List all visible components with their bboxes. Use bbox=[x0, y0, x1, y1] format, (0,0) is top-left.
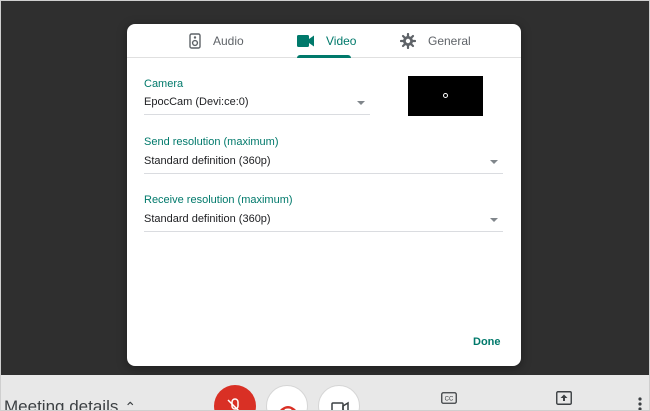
send-resolution-value: Standard definition (360p) bbox=[144, 155, 271, 167]
present-screen-icon[interactable] bbox=[556, 391, 572, 405]
closed-captions-icon[interactable]: CC bbox=[441, 392, 457, 404]
video-camera-icon bbox=[331, 401, 349, 411]
meeting-details-label: Meeting details bbox=[4, 397, 119, 411]
send-resolution-select[interactable]: Standard definition (360p) bbox=[144, 152, 503, 174]
more-vert-icon[interactable] bbox=[638, 397, 642, 411]
tab-general-label: General bbox=[428, 34, 471, 48]
dropdown-arrow-icon bbox=[357, 101, 365, 105]
loading-spinner-icon bbox=[443, 93, 448, 98]
tab-audio-label: Audio bbox=[213, 34, 244, 48]
call-control-bar: Meeting details ⌃ CC bbox=[0, 375, 650, 411]
video-camera-icon bbox=[297, 35, 314, 47]
camera-select[interactable]: EpocCam (Devi:ce:0) bbox=[144, 93, 370, 115]
send-resolution-label: Send resolution (maximum) bbox=[144, 136, 279, 148]
gear-icon bbox=[400, 33, 416, 49]
receive-resolution-value: Standard definition (360p) bbox=[144, 213, 271, 225]
camera-label: Camera bbox=[144, 78, 184, 90]
speaker-icon bbox=[189, 33, 201, 49]
dropdown-arrow-icon bbox=[490, 160, 498, 164]
selected-tab-indicator bbox=[297, 55, 351, 58]
meeting-details-button[interactable]: Meeting details ⌃ bbox=[4, 397, 136, 411]
done-button[interactable]: Done bbox=[473, 336, 501, 348]
tab-audio[interactable]: Audio bbox=[189, 24, 244, 58]
tab-video-label: Video bbox=[326, 34, 357, 48]
tab-video[interactable]: Video bbox=[297, 24, 356, 58]
settings-dialog: Audio Video General Camera EpocCam (Devi… bbox=[127, 24, 521, 366]
microphone-off-icon bbox=[227, 398, 241, 411]
receive-resolution-label: Receive resolution (maximum) bbox=[144, 194, 293, 206]
svg-text:CC: CC bbox=[445, 397, 454, 403]
settings-tabs: Audio Video General bbox=[127, 24, 521, 58]
receive-resolution-select[interactable]: Standard definition (360p) bbox=[144, 210, 503, 232]
microphone-toggle-button[interactable] bbox=[214, 385, 256, 411]
hang-up-button[interactable] bbox=[266, 385, 308, 411]
camera-toggle-button[interactable] bbox=[318, 385, 360, 411]
hang-up-icon bbox=[280, 406, 296, 411]
chevron-up-icon: ⌃ bbox=[124, 399, 137, 411]
camera-preview bbox=[408, 76, 483, 116]
tab-general[interactable]: General bbox=[400, 24, 471, 58]
dropdown-arrow-icon bbox=[490, 218, 498, 222]
camera-select-value: EpocCam (Devi:ce:0) bbox=[144, 96, 249, 108]
